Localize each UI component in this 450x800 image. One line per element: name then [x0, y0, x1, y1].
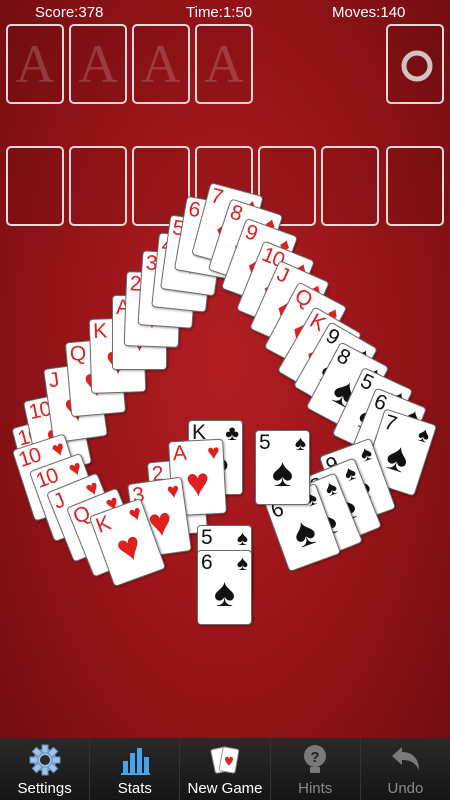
card-center-suit-icon: ♥ [184, 460, 211, 506]
card-center-suit-icon: ♠ [380, 433, 415, 482]
new-game-button[interactable]: New Game [179, 738, 269, 800]
settings-label: Settings [17, 780, 72, 797]
card-suit-icon: ♥ [206, 440, 221, 465]
spade-card-arrangement: 10♥♥10♥♥J♥♥Q♥♥K♥♥A♥♥2♥♥3♥♥4♥♥5♥♥6♥♥7♦♦8♦… [0, 0, 450, 738]
stats-label: Stats [117, 780, 152, 797]
hints-button[interactable]: ? Hints [269, 738, 360, 800]
card-rank: 6 [201, 551, 213, 574]
bottom-toolbar: Settings Stats New Game ? Hints Undo [0, 738, 450, 800]
gear-icon [29, 744, 61, 776]
card-center-suit-icon: ♠ [213, 571, 236, 615]
undo-button[interactable]: Undo [359, 738, 450, 800]
card-rank: J [50, 488, 68, 514]
card-center-suit-icon: ♥ [110, 522, 149, 573]
card-rank: 9 [242, 220, 260, 246]
new-game-label: New Game [187, 780, 263, 797]
cards-icon [210, 746, 240, 774]
card-rank: J [273, 262, 292, 288]
lightbulb-icon: ? [304, 745, 327, 773]
svg-text:?: ? [311, 749, 320, 766]
card-rank: J [47, 368, 60, 393]
playing-card[interactable]: 5♠♠ [255, 430, 310, 505]
hints-label: Hints [298, 780, 333, 797]
card-rank: K [92, 511, 114, 538]
card-rank: 5 [259, 431, 271, 454]
card-suit-icon: ♠ [236, 552, 248, 575]
playing-card[interactable]: 6♠♠ [197, 550, 252, 625]
card-suit-icon: ♠ [415, 422, 433, 448]
stats-button[interactable]: Stats [89, 738, 179, 800]
settings-button[interactable]: Settings [0, 738, 89, 800]
card-suit-icon: ♠ [294, 432, 306, 455]
card-suit-icon: ♠ [236, 527, 248, 550]
card-center-suit-icon: ♠ [286, 508, 322, 557]
card-center-suit-icon: ♠ [271, 451, 294, 495]
card-rank: 8 [227, 200, 245, 226]
undo-label: Undo [387, 780, 424, 797]
card-rank: 5 [201, 526, 213, 549]
undo-arrow-icon [392, 747, 420, 770]
bar-chart-icon [120, 748, 150, 775]
card-rank: 7 [381, 410, 399, 436]
